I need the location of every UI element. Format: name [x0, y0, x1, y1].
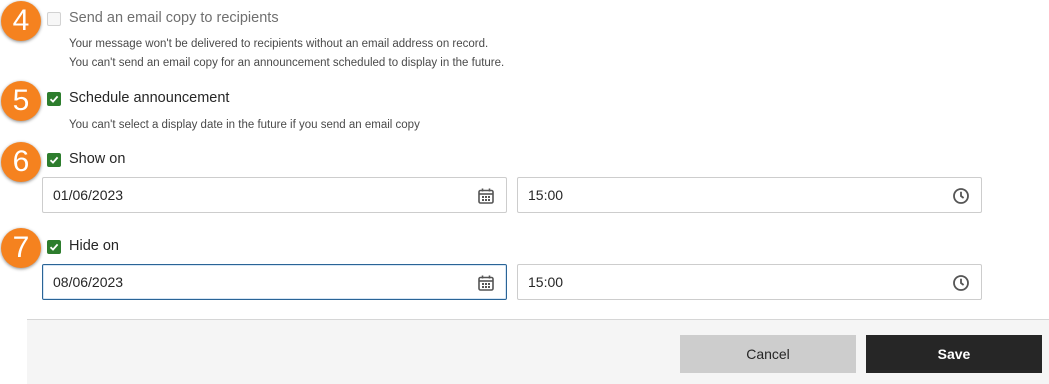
show-on-checkbox[interactable] [47, 153, 61, 167]
step-badge-6: 6 [1, 142, 41, 182]
save-button[interactable]: Save [866, 335, 1042, 373]
hide-on-date-field[interactable]: 08/06/2023 [42, 264, 507, 300]
step-badge-4: 4 [1, 1, 41, 41]
panel-footer: Cancel Save [27, 319, 1049, 384]
calendar-icon[interactable] [477, 274, 495, 292]
show-on-time-field[interactable]: 15:00 [517, 177, 982, 213]
calendar-icon[interactable] [477, 187, 495, 205]
schedule-announcement-label: Schedule announcement [69, 90, 230, 106]
hide-on-date-value: 08/06/2023 [53, 274, 124, 290]
email-copy-label: Send an email copy to recipients [69, 10, 279, 26]
hide-on-time-value: 15:00 [528, 274, 564, 290]
hide-on-label: Hide on [69, 238, 119, 254]
email-copy-help-1: Your message won't be delivered to recip… [69, 38, 489, 50]
hide-on-time-field[interactable]: 15:00 [517, 264, 982, 300]
email-copy-help-2: You can't send an email copy for an anno… [69, 57, 505, 69]
hide-on-checkbox[interactable] [47, 240, 61, 254]
schedule-announcement-help: You can't select a display date in the f… [69, 119, 420, 131]
step-badge-7: 7 [1, 228, 41, 268]
show-on-date-value: 01/06/2023 [53, 187, 124, 203]
clock-icon[interactable] [952, 274, 970, 292]
show-on-label: Show on [69, 151, 126, 167]
step-badge-5: 5 [1, 81, 41, 121]
checkmark-icon [49, 95, 59, 103]
checkmark-icon [49, 243, 59, 251]
show-on-time-value: 15:00 [528, 187, 564, 203]
email-copy-checkbox[interactable] [47, 12, 61, 26]
schedule-announcement-checkbox[interactable] [47, 92, 61, 106]
cancel-button[interactable]: Cancel [680, 335, 856, 373]
checkmark-icon [49, 156, 59, 164]
clock-icon[interactable] [952, 187, 970, 205]
show-on-date-field[interactable]: 01/06/2023 [42, 177, 507, 213]
